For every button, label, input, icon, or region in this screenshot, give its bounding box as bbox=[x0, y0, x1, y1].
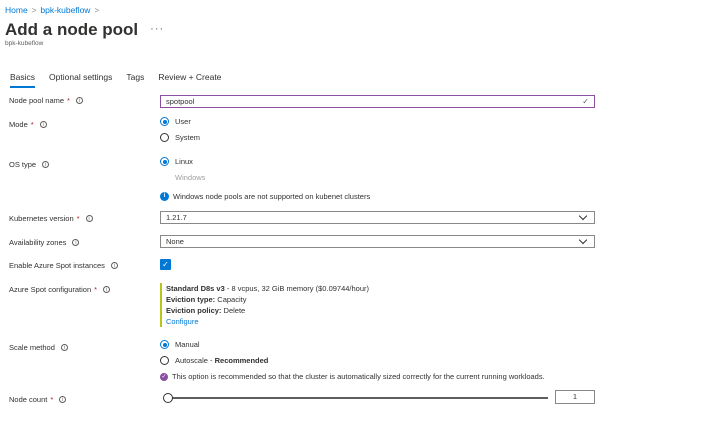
availability-zones-label-text: Availability zones bbox=[9, 238, 67, 247]
scale-radio-manual[interactable]: Manual bbox=[160, 340, 200, 349]
chevron-right-icon: > bbox=[31, 5, 37, 15]
spot-size-line: Standard D8s v3 - 8 vcpus, 32 GiB memory… bbox=[166, 283, 369, 294]
more-options-icon[interactable]: ··· bbox=[150, 23, 164, 35]
node-count-input[interactable]: 1 bbox=[555, 390, 595, 404]
node-pool-name-label: Node pool name * i bbox=[9, 96, 83, 105]
enable-spot-label-text: Enable Azure Spot instances bbox=[9, 261, 105, 270]
chevron-right-icon: > bbox=[94, 5, 100, 15]
eviction-policy-label: Eviction policy: bbox=[166, 306, 222, 315]
radio-icon[interactable] bbox=[160, 133, 169, 142]
node-count-label: Node count * i bbox=[9, 395, 67, 404]
eviction-type-label: Eviction type: bbox=[166, 295, 216, 304]
os-type-label: OS type i bbox=[9, 160, 50, 169]
os-type-note: i Windows node pools are not supported o… bbox=[160, 192, 370, 201]
configure-link[interactable]: Configure bbox=[166, 317, 199, 326]
scale-method-note: ✓ This option is recommended so that the… bbox=[160, 372, 545, 381]
checkmark-icon: ✓ bbox=[162, 259, 169, 269]
mode-radio-user[interactable]: User bbox=[160, 117, 191, 126]
required-marker: * bbox=[50, 395, 54, 404]
info-icon[interactable]: i bbox=[110, 262, 118, 269]
kubernetes-version-label: Kubernetes version * i bbox=[9, 214, 93, 223]
mode-radio-system[interactable]: System bbox=[160, 133, 200, 142]
node-pool-name-label-text: Node pool name bbox=[9, 96, 65, 105]
radio-selected-icon[interactable] bbox=[160, 157, 169, 166]
info-filled-icon: i bbox=[160, 192, 169, 201]
os-radio-windows: Windows bbox=[160, 173, 205, 182]
info-icon[interactable]: i bbox=[72, 239, 80, 246]
radio-disabled-icon bbox=[160, 173, 169, 182]
slider-thumb[interactable] bbox=[163, 393, 173, 403]
node-pool-name-input[interactable]: spotpool ✓ bbox=[160, 95, 595, 108]
kubernetes-version-dropdown[interactable]: 1.21.7 bbox=[160, 211, 595, 224]
os-type-note-text: Windows node pools are not supported on … bbox=[173, 192, 371, 201]
required-marker: * bbox=[30, 120, 34, 129]
os-radio-linux[interactable]: Linux bbox=[160, 157, 193, 166]
spot-size-name: Standard D8s v3 bbox=[166, 284, 225, 293]
availability-zones-label: Availability zones i bbox=[9, 238, 80, 247]
scale-radio-autoscale[interactable]: Autoscale - Recommended bbox=[160, 356, 268, 365]
node-pool-name-value: spotpool bbox=[166, 97, 195, 106]
eviction-policy-line: Eviction policy: Delete bbox=[166, 305, 369, 316]
availability-zones-value: None bbox=[166, 237, 184, 246]
radio-icon[interactable] bbox=[160, 356, 169, 365]
chevron-down-icon bbox=[578, 211, 588, 220]
eviction-type-value: Capacity bbox=[215, 295, 247, 304]
radio-selected-icon[interactable] bbox=[160, 340, 169, 349]
tab-optional-settings[interactable]: Optional settings bbox=[49, 72, 112, 88]
radio-selected-icon[interactable] bbox=[160, 117, 169, 126]
page-title: Add a node pool bbox=[5, 20, 139, 39]
page-header: Add a node pool ··· bbox=[5, 20, 164, 40]
page-subtitle: bpk-kubeflow bbox=[5, 40, 44, 47]
checkmark-icon: ✓ bbox=[582, 97, 589, 106]
enable-spot-label: Enable Azure Spot instances i bbox=[9, 261, 118, 270]
autoscale-text: Autoscale - bbox=[175, 356, 215, 365]
scale-method-label: Scale method i bbox=[9, 343, 68, 352]
eviction-policy-value: Delete bbox=[221, 306, 246, 315]
info-icon[interactable]: i bbox=[42, 161, 50, 168]
tab-basics[interactable]: Basics bbox=[10, 72, 36, 88]
scale-method-label-text: Scale method bbox=[9, 343, 55, 352]
info-icon[interactable]: i bbox=[39, 121, 47, 128]
chevron-down-icon bbox=[578, 235, 588, 244]
breadcrumb: Home > bpk-kubeflow > bbox=[5, 5, 99, 15]
os-option-linux: Linux bbox=[175, 157, 193, 166]
os-option-windows: Windows bbox=[175, 173, 206, 182]
spot-config-summary: Standard D8s v3 - 8 vcpus, 32 GiB memory… bbox=[160, 283, 369, 327]
breadcrumb-home-link[interactable]: Home bbox=[5, 5, 28, 15]
tab-review-create[interactable]: Review + Create bbox=[158, 72, 221, 88]
info-icon[interactable]: i bbox=[75, 97, 83, 104]
mode-label-text: Mode bbox=[9, 120, 28, 129]
mode-label: Mode * i bbox=[9, 120, 47, 129]
mode-option-user: User bbox=[175, 117, 191, 126]
eviction-type-line: Eviction type: Capacity bbox=[166, 294, 369, 305]
node-count-label-text: Node count bbox=[9, 395, 48, 404]
scale-option-manual: Manual bbox=[175, 340, 200, 349]
mode-option-system: System bbox=[175, 133, 201, 142]
required-marker: * bbox=[67, 96, 70, 105]
node-count-slider[interactable] bbox=[163, 393, 548, 403]
required-marker: * bbox=[76, 214, 80, 223]
scale-method-note-text: This option is recommended so that the c… bbox=[172, 372, 545, 381]
breadcrumb-cluster-link[interactable]: bpk-kubeflow bbox=[40, 5, 90, 15]
tab-bar: Basics Optional settings Tags Review + C… bbox=[10, 72, 221, 88]
info-icon[interactable]: i bbox=[85, 215, 93, 222]
required-marker: * bbox=[94, 285, 98, 294]
spot-config-label: Azure Spot configuration * i bbox=[9, 285, 111, 294]
kubernetes-version-value: 1.21.7 bbox=[166, 213, 187, 222]
os-type-label-text: OS type bbox=[9, 160, 37, 169]
slider-track[interactable] bbox=[167, 397, 548, 399]
scale-option-autoscale: Autoscale - Recommended bbox=[175, 356, 268, 365]
recommended-text: Recommended bbox=[214, 356, 269, 365]
availability-zones-dropdown[interactable]: None bbox=[160, 235, 595, 248]
spot-size-detail: - 8 vcpus, 32 GiB memory ($0.09744/hour) bbox=[224, 284, 370, 293]
info-icon[interactable]: i bbox=[103, 286, 111, 293]
recommended-check-icon: ✓ bbox=[160, 372, 168, 381]
info-icon[interactable]: i bbox=[60, 344, 68, 351]
enable-spot-checkbox[interactable]: ✓ bbox=[160, 259, 171, 270]
info-icon[interactable]: i bbox=[59, 396, 67, 403]
tab-tags[interactable]: Tags bbox=[126, 72, 144, 88]
kubernetes-version-label-text: Kubernetes version bbox=[9, 214, 74, 223]
spot-config-label-text: Azure Spot configuration bbox=[9, 285, 92, 294]
